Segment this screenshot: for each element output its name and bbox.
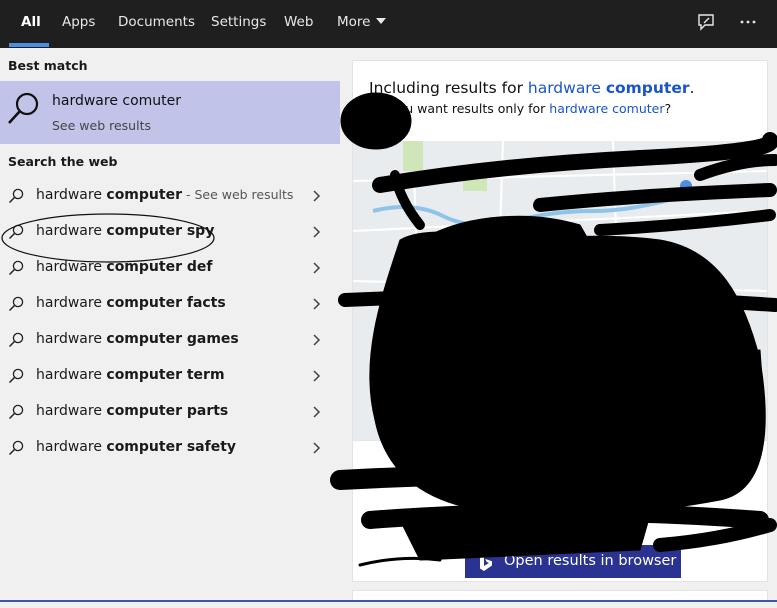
web-suggestion-row[interactable]: hardware computer facts	[0, 286, 340, 322]
best-match-item[interactable]: hardware comuter See web results	[0, 81, 340, 144]
suggestion-text: hardware computer - See web results	[36, 187, 293, 203]
web-suggestion-row[interactable]: hardware computer parts	[0, 394, 340, 430]
including-results-link[interactable]: hardware computer	[528, 79, 690, 97]
web-suggestion-row[interactable]: hardware computer games	[0, 322, 340, 358]
web-suggestion-row[interactable]: hardware computer - See web results	[0, 178, 340, 214]
active-tab-indicator	[9, 43, 49, 47]
suggestion-text: hardware computer safety	[36, 439, 236, 455]
tab-more[interactable]: More	[337, 0, 387, 48]
web-suggestion-row[interactable]: hardware computer term	[0, 358, 340, 394]
search-icon	[8, 404, 24, 420]
search-icon	[8, 92, 39, 124]
suggestion-prefix: hardware	[36, 223, 107, 239]
chevron-right-icon[interactable]	[311, 369, 321, 383]
search-icon	[8, 332, 24, 348]
search-web-heading: Search the web	[8, 154, 118, 169]
chevron-right-icon[interactable]	[311, 297, 321, 311]
web-suggestion-row[interactable]: hardware computer def	[0, 250, 340, 286]
suggestion-prefix: hardware	[36, 439, 107, 455]
search-icon	[8, 224, 24, 240]
best-match-title: hardware comuter	[52, 93, 182, 109]
chevron-right-icon[interactable]	[311, 441, 321, 455]
suggestion-bold: computer	[106, 187, 182, 203]
chevron-right-icon[interactable]	[311, 189, 321, 203]
suggestion-bold: computer parts	[106, 403, 229, 419]
open-results-label: Open results in browser	[504, 553, 677, 569]
best-match-heading: Best match	[8, 58, 88, 73]
more-options-icon[interactable]	[737, 12, 759, 34]
chevron-right-icon[interactable]	[311, 261, 321, 275]
only-suffix: ?	[664, 101, 672, 116]
including-link-plain: hardware	[527, 79, 606, 97]
best-match-subtitle: See web results	[52, 118, 151, 133]
suggestion-bold: computer facts	[106, 295, 226, 311]
web-suggestion-row[interactable]: hardware computer spy	[0, 214, 340, 250]
suggestion-bold: computer spy	[106, 223, 215, 239]
suggestion-text: hardware computer parts	[36, 403, 228, 419]
preview-panel: Including results for hardware computer.…	[340, 48, 777, 606]
suggestion-text: hardware computer spy	[36, 223, 214, 239]
suggestion-text: hardware computer def	[36, 259, 212, 275]
search-icon	[8, 188, 24, 204]
tab-web[interactable]: Web	[284, 0, 313, 48]
including-prefix: Including results for	[369, 79, 528, 97]
suggestion-prefix: hardware	[36, 295, 107, 311]
suggestion-prefix: hardware	[36, 403, 107, 419]
suggestion-prefix: hardware	[36, 367, 107, 383]
chevron-right-icon[interactable]	[311, 333, 321, 347]
suggestion-text: hardware computer games	[36, 331, 239, 347]
feedback-icon[interactable]	[695, 12, 717, 34]
search-icon	[8, 296, 24, 312]
suggestion-prefix: hardware	[36, 331, 107, 347]
open-results-in-browser-button[interactable]: Open results in browser	[465, 545, 681, 578]
top-nav-bar: All Apps Documents Settings Web More	[0, 0, 777, 48]
only-prefix: Do you want results only for	[369, 101, 550, 116]
bing-logo-icon	[480, 553, 492, 571]
tab-all[interactable]: All	[21, 0, 41, 48]
tab-more-label: More	[337, 14, 371, 30]
results-only-text: Do you want results only for hardware co…	[369, 101, 671, 116]
suggestion-bold: computer term	[106, 367, 225, 383]
suggestion-bold: computer safety	[106, 439, 237, 455]
search-icon	[8, 368, 24, 384]
tab-documents[interactable]: Documents	[118, 0, 195, 48]
suggestion-bold: computer games	[106, 331, 239, 347]
including-results-text: Including results for hardware computer.	[369, 79, 694, 97]
results-list-panel: Best match hardware comuter See web resu…	[0, 48, 340, 600]
bottom-edge	[0, 600, 777, 608]
search-icon	[8, 440, 24, 456]
suggestion-hint: - See web results	[181, 187, 294, 202]
suggestion-text: hardware computer term	[36, 367, 225, 383]
including-suffix: .	[689, 79, 695, 97]
suggestion-prefix: hardware	[36, 187, 107, 203]
search-icon	[8, 260, 24, 276]
web-suggestion-row[interactable]: hardware computer safety	[0, 430, 340, 466]
chevron-right-icon[interactable]	[311, 405, 321, 419]
suggestion-text: hardware computer facts	[36, 295, 226, 311]
web-preview-card: Including results for hardware computer.…	[352, 60, 768, 582]
tab-settings[interactable]: Settings	[211, 0, 266, 48]
results-only-link[interactable]: hardware comuter	[549, 101, 664, 116]
map-image	[353, 140, 767, 442]
chevron-down-icon	[376, 18, 387, 24]
including-link-bold: computer	[605, 79, 690, 97]
chevron-right-icon[interactable]	[311, 225, 321, 239]
suggestion-bold: computer def	[106, 259, 213, 275]
tab-apps[interactable]: Apps	[62, 0, 95, 48]
suggestion-prefix: hardware	[36, 259, 107, 275]
